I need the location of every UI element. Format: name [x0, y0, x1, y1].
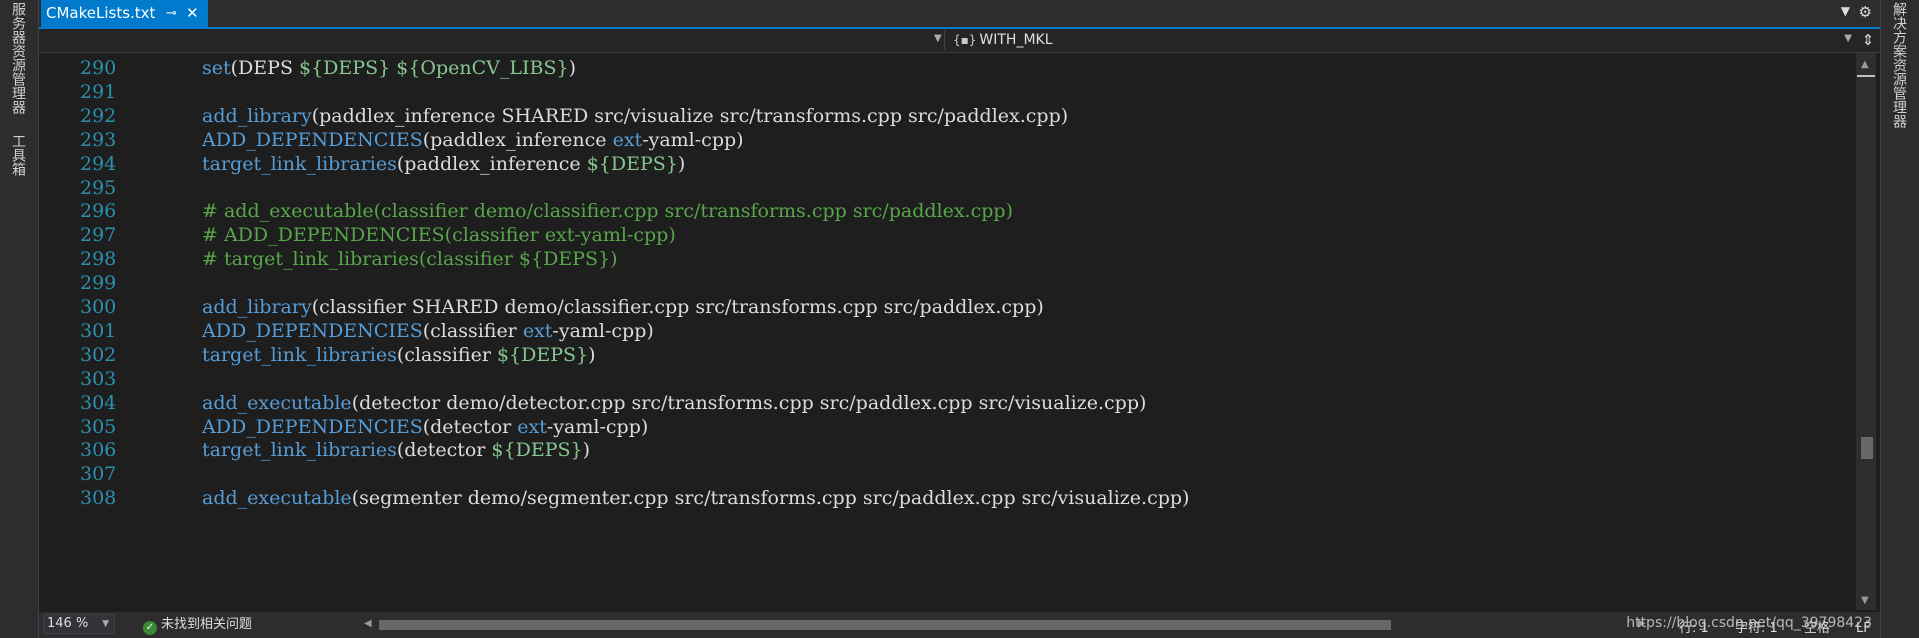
code-text: -yaml-cpp)	[546, 415, 649, 438]
code-content: target_link_libraries(detector ${DEPS})	[202, 436, 590, 465]
code-content: set(DEPS ${DEPS} ${OpenCV_LIBS})	[202, 54, 576, 83]
code-text: )	[677, 152, 686, 175]
code-variable: ${DEPS}	[586, 152, 678, 175]
issues-text: 未找到相关问题	[161, 617, 253, 632]
pin-icon[interactable]: ⊸	[166, 0, 177, 27]
zoom-dropdown[interactable]: 146 % ▼	[43, 614, 115, 634]
code-function: add_executable	[202, 391, 352, 414]
code-text: (DEPS	[230, 57, 299, 79]
code-function: ADD_DEPENDENCIES	[202, 319, 423, 342]
code-variable: ${DEPS}	[491, 439, 583, 462]
code-variable: ${DEPS}	[496, 343, 589, 366]
chevron-down-icon[interactable]: ▼	[934, 33, 942, 44]
code-keyword: ext	[517, 415, 547, 438]
gear-icon[interactable]: ⚙	[1859, 3, 1872, 21]
code-keyword: ext	[612, 128, 643, 151]
code-text: -yaml-cpp)	[642, 128, 744, 151]
macro-icon: {▪}	[953, 33, 977, 47]
server-explorer-tab[interactable]: 服务器资源管理器	[8, 2, 28, 114]
tab-overflow-dropdown-icon[interactable]: ▼	[1841, 4, 1850, 18]
code-text: (detector	[422, 415, 518, 438]
issues-indicator[interactable]: ✓ 未找到相关问题	[143, 616, 252, 635]
code-text: (detector demo/detector.cpp src/transfor…	[351, 391, 1147, 414]
code-editor[interactable]: 290 set(DEPS ${DEPS} ${OpenCV_LIBS}) 291 29…	[39, 53, 1854, 610]
ide-window: 服务器资源管理器 工具箱 CMakeLists.txt ⊸ ✕ ▼ ⚙ ▼ {▪…	[0, 0, 1919, 638]
chevron-down-icon: ▼	[102, 619, 109, 629]
right-tool-strip: 解决方案资源管理器	[1880, 0, 1919, 638]
code-text: (classifier SHARED demo/classifier.cpp s…	[311, 296, 1044, 318]
code-content: target_link_libraries(paddlex_inference …	[202, 150, 685, 179]
solution-explorer-tab[interactable]: 解决方案资源管理器	[1889, 2, 1909, 128]
code-function: set	[202, 57, 231, 79]
split-window-icon[interactable]: ⇕	[1858, 30, 1878, 50]
left-tool-strip: 服务器资源管理器 工具箱	[0, 0, 39, 638]
code-comment: # target_link_libraries(classifier ${DEP…	[202, 248, 618, 271]
scope-dropdown[interactable]: {▪} WITH_MKL	[953, 29, 1053, 52]
code-text: (classifier	[396, 343, 497, 366]
editor-status-row: 146 % ▼ ✓ 未找到相关问题 ◀ ▶ 行: 1 字符: 1 空格 LF ht…	[39, 612, 1880, 638]
horizontal-scroll-thumb[interactable]	[379, 620, 1391, 630]
code-text: (segmenter demo/segmenter.cpp src/transf…	[351, 487, 1190, 510]
code-text: (detector	[396, 439, 492, 462]
chevron-down-icon[interactable]: ▼	[1844, 33, 1852, 44]
code-function: add_library	[202, 104, 312, 127]
code-function: add_executable	[202, 487, 352, 510]
code-text: (paddlex_inference	[396, 152, 587, 175]
scope-label: WITH_MKL	[979, 32, 1053, 48]
code-text: -yaml-cpp)	[552, 319, 654, 342]
line-number: 308	[80, 487, 117, 510]
code-function: add_library	[202, 296, 312, 318]
code-text: )	[568, 57, 576, 79]
code-text: )	[582, 439, 591, 462]
code-content: # target_link_libraries(classifier ${DEP…	[202, 245, 618, 274]
code-text: (paddlex_inference SHARED src/visualize …	[311, 104, 1069, 127]
code-function: ADD_DEPENDENCIES	[202, 415, 423, 438]
scroll-up-icon[interactable]: ▲	[1861, 59, 1869, 70]
code-text: (classifier	[422, 319, 523, 342]
code-keyword: ext	[522, 319, 553, 342]
code-function: target_link_libraries	[202, 439, 397, 462]
scroll-left-icon[interactable]: ◀	[364, 618, 372, 629]
tab-cmakelists[interactable]: CMakeLists.txt ⊸ ✕	[41, 0, 208, 27]
code-function: target_link_libraries	[202, 152, 397, 175]
code-content: target_link_libraries(classifier ${DEPS}…	[202, 341, 596, 370]
check-icon: ✓	[143, 621, 157, 635]
tab-title: CMakeLists.txt	[46, 4, 156, 22]
nav-divider	[944, 30, 945, 50]
code-comment: # ADD_DEPENDENCIES(classifier ext-yaml-c…	[202, 224, 676, 247]
vertical-scrollbar[interactable]: ▲ ▼	[1856, 53, 1876, 610]
code-function: target_link_libraries	[202, 343, 397, 366]
navigation-bar: ▼ {▪} WITH_MKL ▼ ⇕	[39, 29, 1880, 53]
scroll-position-marker	[1857, 75, 1875, 77]
toolbox-tab[interactable]: 工具箱	[8, 134, 28, 176]
code-comment: # add_executable(classifier demo/classif…	[202, 200, 1013, 223]
code-variable: ${OpenCV_LIBS}	[396, 57, 569, 79]
zoom-value: 146 %	[47, 616, 89, 631]
scroll-thumb[interactable]	[1861, 437, 1873, 459]
document-tab-bar: CMakeLists.txt ⊸ ✕ ▼ ⚙	[39, 0, 1880, 29]
close-icon[interactable]: ✕	[186, 0, 199, 27]
code-content: add_executable(segmenter demo/segmenter.…	[202, 484, 1189, 513]
scroll-down-icon[interactable]: ▼	[1861, 595, 1869, 606]
code-function: ADD_DEPENDENCIES	[202, 128, 423, 151]
code-variable: ${DEPS}	[299, 57, 391, 79]
code-text: )	[588, 343, 596, 366]
code-text: (paddlex_inference	[422, 128, 613, 151]
watermark: https://blog.csdn.net/qq_39798423	[1626, 615, 1872, 631]
